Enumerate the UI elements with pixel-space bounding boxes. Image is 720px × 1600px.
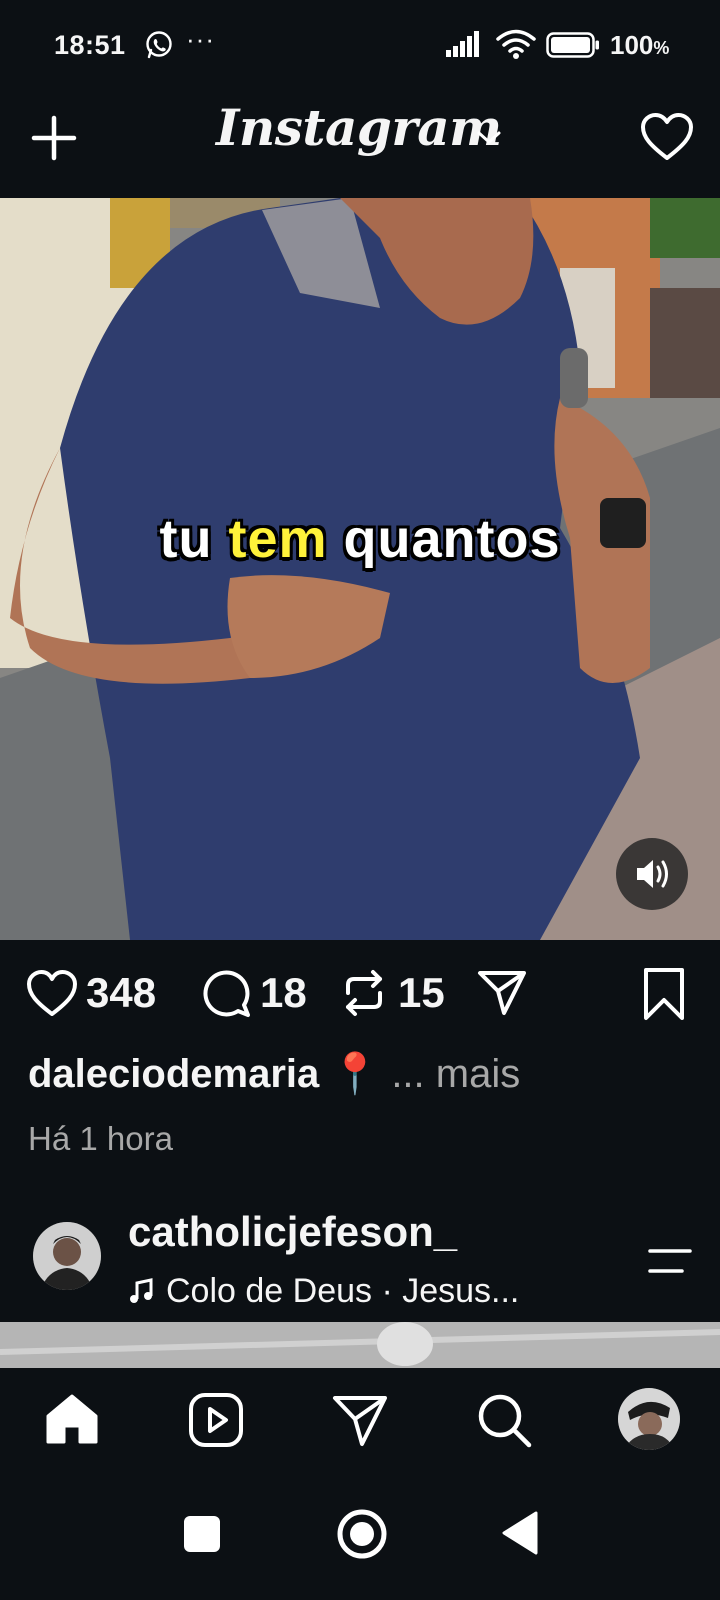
repost-icon xyxy=(346,970,382,1016)
profile-avatar[interactable] xyxy=(618,1388,680,1450)
menu-icon[interactable] xyxy=(646,1246,694,1276)
back-icon[interactable] xyxy=(500,1510,540,1556)
whatsapp-icon xyxy=(146,31,172,59)
battery-percent: 100% xyxy=(610,30,670,60)
comment-button[interactable]: 18 xyxy=(200,960,307,1026)
instagram-logo[interactable]: Instagram xyxy=(216,98,502,157)
square-icon[interactable] xyxy=(184,1516,220,1552)
chevron-down-icon[interactable] xyxy=(476,128,502,148)
comment-count: 18 xyxy=(260,969,307,1016)
search-icon[interactable] xyxy=(474,1390,534,1450)
subtitle-word: quantos xyxy=(343,509,561,569)
avatar-image xyxy=(33,1222,101,1290)
profile-avatar-image xyxy=(618,1388,680,1450)
volume-icon xyxy=(637,860,668,888)
audio-info[interactable]: Colo de Deus · Jesus... xyxy=(128,1272,519,1311)
direct-icon[interactable] xyxy=(330,1390,390,1450)
comment-icon xyxy=(203,970,250,1017)
repost-count: 15 xyxy=(398,969,445,1016)
app-header: Instagram xyxy=(0,92,720,198)
like-icon xyxy=(27,970,77,1016)
pin-emoji: 📍 xyxy=(330,1052,381,1096)
more-link[interactable]: ... mais xyxy=(391,1052,520,1096)
post-username[interactable]: daleciodemaria xyxy=(28,1052,319,1096)
subtitle-word: tu xyxy=(159,509,213,569)
bottom-navigation xyxy=(0,1368,720,1480)
avatar[interactable] xyxy=(33,1222,101,1290)
next-post-preview xyxy=(0,1322,720,1368)
like-button[interactable]: 348 xyxy=(26,960,156,1026)
bookmark-icon[interactable] xyxy=(640,966,688,1022)
status-bar: 18:51 ··· 100% xyxy=(0,0,720,92)
share-icon xyxy=(478,971,526,1015)
wifi-icon xyxy=(496,29,536,59)
repost-button[interactable]: 15 xyxy=(338,960,445,1026)
video-subtitle: tu tem quantos xyxy=(0,508,720,570)
post-video[interactable]: tu tem quantos xyxy=(0,198,720,940)
circle-icon[interactable] xyxy=(334,1506,390,1562)
post-timestamp: Há 1 hora xyxy=(28,1120,173,1157)
more-dots-icon: ··· xyxy=(186,24,215,54)
next-post-username[interactable]: catholicjefeson_ xyxy=(128,1208,457,1256)
reels-icon[interactable] xyxy=(186,1390,246,1450)
home-icon[interactable] xyxy=(42,1390,102,1450)
plus-icon[interactable] xyxy=(30,114,78,162)
post-caption: daleciodemaria 📍 ... mais xyxy=(28,1050,520,1097)
music-note-icon xyxy=(130,1277,153,1303)
subtitle-word-highlight: tem xyxy=(228,509,328,569)
share-button[interactable] xyxy=(476,960,528,1026)
like-count: 348 xyxy=(86,969,157,1016)
signal-icon xyxy=(446,31,479,57)
status-time: 18:51 xyxy=(54,30,126,60)
audio-label: Colo de Deus · Jesus... xyxy=(166,1272,520,1310)
post-actions: 348 18 15 xyxy=(0,960,720,1030)
system-navigation xyxy=(0,1480,720,1600)
next-post-media[interactable] xyxy=(0,1322,720,1368)
battery-icon xyxy=(546,32,599,58)
heart-icon[interactable] xyxy=(640,112,694,162)
mute-button[interactable] xyxy=(616,838,688,910)
